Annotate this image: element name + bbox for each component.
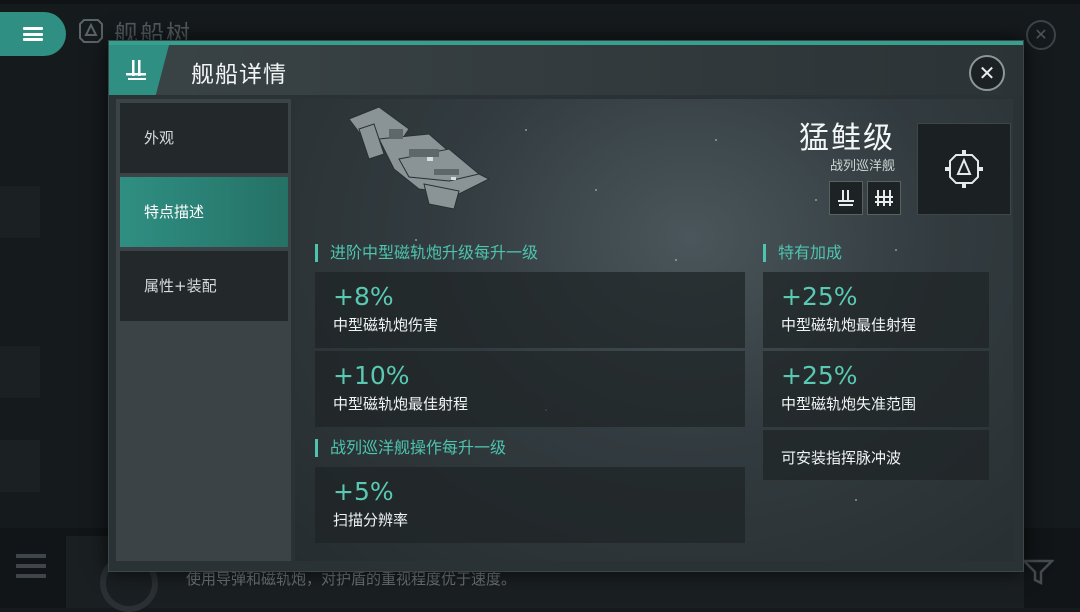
weapon-type-icon: [867, 181, 901, 215]
battlecruiser-role-icon: [829, 181, 863, 215]
skill-bonus-title: 战列巡洋舰操作每升一级: [315, 439, 506, 457]
bonus-card: +8% 中型磁轨炮伤害: [315, 272, 745, 348]
tab-appearance[interactable]: 外观: [120, 103, 288, 173]
bonus-card: 可安装指挥脉冲波: [763, 430, 989, 480]
bonus-card: +10% 中型磁轨炮最佳射程: [315, 351, 745, 427]
ship-details-icon: [109, 45, 169, 95]
ship-class: 战列巡洋舰: [829, 159, 895, 174]
bonus-label: 中型磁轨炮失准范围: [781, 395, 917, 413]
page-close-button[interactable]: ✕: [1026, 20, 1056, 50]
ship-image: [348, 106, 491, 210]
bonus-value: +5%: [333, 477, 394, 506]
ship-class-icon: [917, 123, 1011, 215]
main-menu-button[interactable]: [0, 12, 66, 56]
close-icon[interactable]: ✕: [969, 55, 1005, 91]
tab-attributes-fitting[interactable]: 属性+装配: [120, 251, 288, 321]
bonus-value: +25%: [781, 361, 858, 390]
bonus-label: 扫描分辨率: [333, 511, 409, 529]
hamburger-icon: [23, 27, 43, 41]
bonus-label: 中型磁轨炮最佳射程: [333, 395, 469, 413]
bonus-label: 中型磁轨炮伤害: [333, 316, 439, 334]
bonus-value: +10%: [333, 361, 410, 390]
bonus-card: +5% 扫描分辨率: [315, 467, 745, 543]
tab-traits[interactable]: 特点描述: [120, 177, 288, 247]
ship-details-modal: 舰船详情 ✕ 外观 特点描述 属性+装配 猛鲑级 战列巡洋舰 进阶中型磁轨炮升级…: [108, 40, 1024, 572]
ship-thumbnail[interactable]: [0, 346, 40, 398]
list-icon[interactable]: [16, 554, 46, 578]
top-bar: [0, 0, 1080, 4]
ship-tree-icon: [79, 19, 103, 43]
bonus-value: +8%: [333, 282, 394, 311]
bonus-card: +25% 中型磁轨炮最佳射程: [763, 272, 989, 348]
ship-thumbnail[interactable]: [0, 440, 40, 492]
modal-title: 舰船详情: [191, 62, 287, 88]
bonus-label: 可安装指挥脉冲波: [781, 449, 902, 467]
ship-name: 猛鲑级: [799, 121, 895, 156]
bonus-card: +25% 中型磁轨炮失准范围: [763, 351, 989, 427]
role-bonus-title: 特有加成: [763, 244, 842, 262]
skill-bonus-title: 进阶中型磁轨炮升级每升一级: [315, 244, 538, 262]
detail-tabs: 外观 特点描述 属性+装配: [116, 99, 291, 561]
filter-icon[interactable]: [1022, 558, 1054, 586]
bonus-label: 中型磁轨炮最佳射程: [781, 316, 917, 334]
modal-header: 舰船详情 ✕: [109, 45, 1023, 95]
traits-panel: 猛鲑级 战列巡洋舰 进阶中型磁轨炮升级每升一级 +8% 中型磁轨炮伤害 +10%…: [295, 99, 1013, 561]
bonus-value: +25%: [781, 282, 858, 311]
ship-thumbnail[interactable]: [0, 186, 40, 238]
